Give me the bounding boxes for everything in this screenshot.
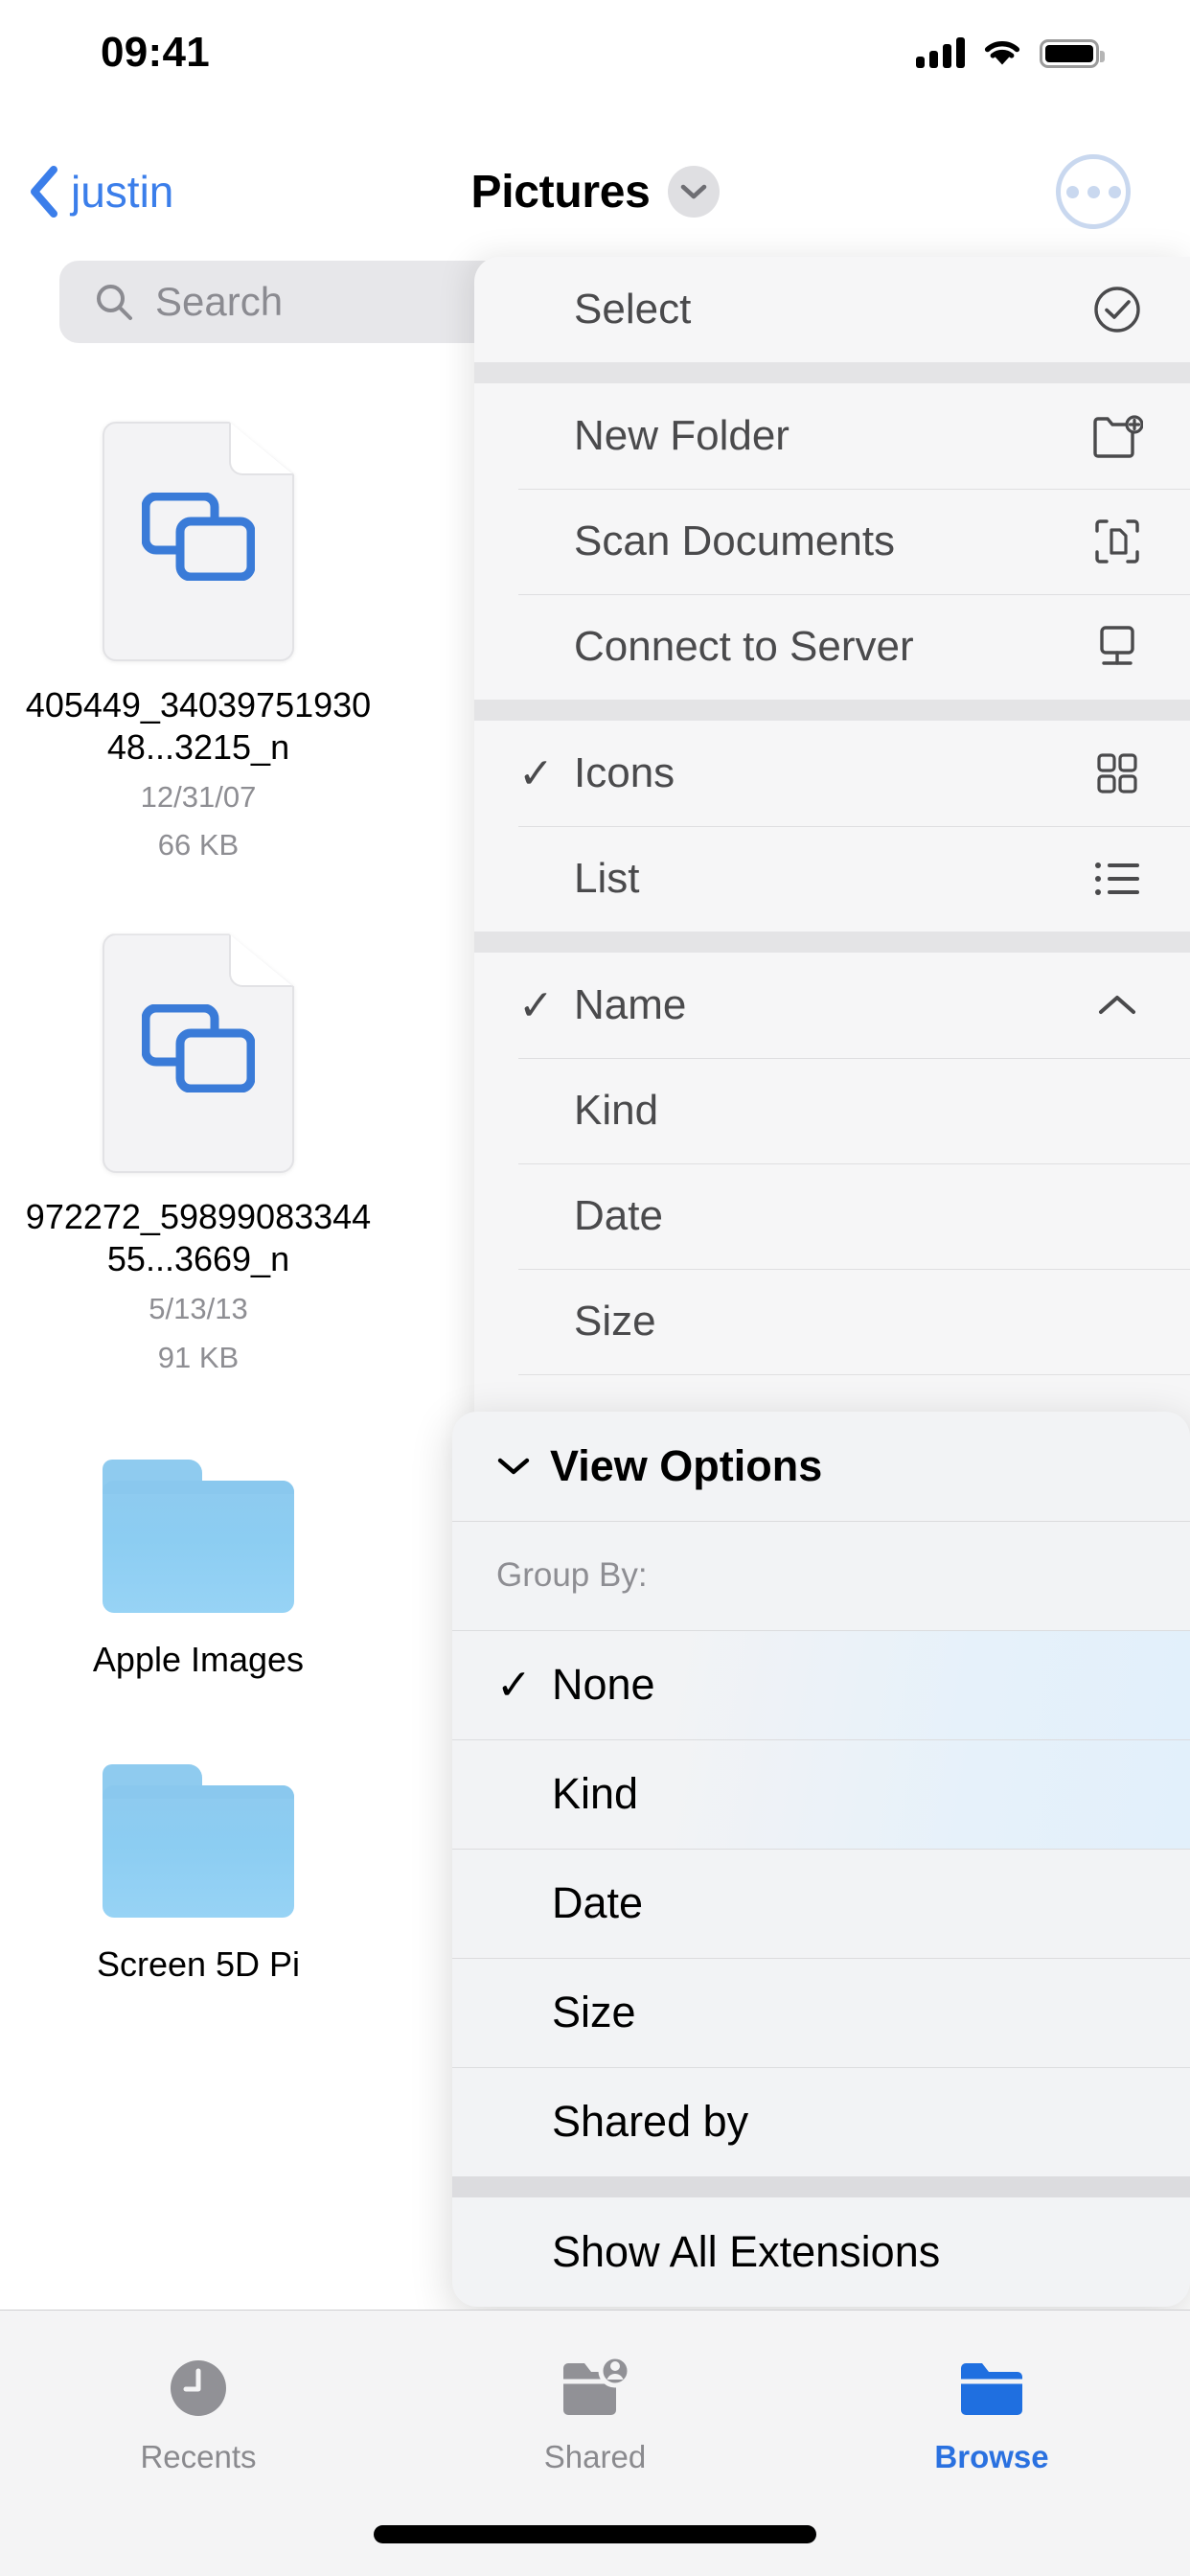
view-options-header[interactable]: View Options xyxy=(452,1412,1190,1521)
menu-item-label: Name xyxy=(574,981,687,1028)
menu-item-sort-date[interactable]: Date xyxy=(474,1163,1190,1269)
tab-shared[interactable]: Shared xyxy=(397,2311,793,2502)
group-by-option-shared-by[interactable]: Shared by xyxy=(452,2067,1190,2176)
context-menu: Select New Folder Scan Documents Connect… xyxy=(474,257,1190,1480)
tab-recents[interactable]: Recents xyxy=(0,2311,397,2502)
folder-person-icon xyxy=(563,2354,632,2415)
menu-separator xyxy=(474,700,1190,721)
tab-label: Shared xyxy=(543,2439,647,2474)
file-size: 91 KB xyxy=(157,1340,240,1374)
tab-label: Browse xyxy=(934,2439,1049,2474)
menu-item-checkmark: ✓ xyxy=(518,749,554,797)
menu-item-list[interactable]: List xyxy=(474,826,1190,932)
menu-item-select[interactable]: Select xyxy=(474,257,1190,362)
folder-item[interactable]: Apple Images xyxy=(0,1377,397,1680)
menu-item-sort-size[interactable]: Size xyxy=(474,1269,1190,1374)
group-by-label: Kind xyxy=(552,1769,639,1818)
menu-item-checkmark: ✓ xyxy=(518,981,554,1029)
battery-full-icon xyxy=(1040,39,1105,68)
view-options-separator xyxy=(452,2176,1190,2197)
menu-item-new-folder[interactable]: New Folder xyxy=(474,383,1190,489)
ellipsis-circle-icon[interactable] xyxy=(1056,154,1131,229)
back-button[interactable]: justin xyxy=(29,166,173,218)
menu-item-sort-kind[interactable]: Kind xyxy=(474,1058,1190,1163)
group-by-label: Size xyxy=(552,1988,636,2036)
clock-icon xyxy=(171,2360,226,2416)
menu-item-label: List xyxy=(574,855,640,902)
section-label-text: Group By: xyxy=(496,1556,648,1594)
menu-item-label: Size xyxy=(574,1298,656,1345)
navigation-bar: justin Pictures xyxy=(0,144,1190,240)
folder-filled-icon xyxy=(961,2363,1022,2415)
group-by-label: Shared by xyxy=(552,2097,749,2146)
menu-item-connect-to-server[interactable]: Connect to Server xyxy=(474,594,1190,700)
file-size: 66 KB xyxy=(157,828,240,862)
group-by-label: None xyxy=(552,1660,655,1709)
tab-browse[interactable]: Browse xyxy=(793,2311,1190,2502)
file-date: 12/31/07 xyxy=(140,779,257,814)
scan-document-icon xyxy=(1087,517,1148,566)
page-title: Pictures xyxy=(470,166,651,218)
view-options-title: View Options xyxy=(550,1441,823,1490)
menu-item-label: Kind xyxy=(574,1087,659,1134)
search-placeholder: Search xyxy=(155,279,284,324)
chevron-left-icon xyxy=(31,166,57,218)
file-item[interactable]: 972272_5989908334455...3669_n 5/13/13 91… xyxy=(0,864,397,1376)
menu-separator xyxy=(474,932,1190,953)
document-image-icon xyxy=(103,422,294,661)
group-by-section-label: Group By: xyxy=(452,1521,1190,1630)
menu-item-label: New Folder xyxy=(574,412,790,459)
nav-title-group: Pictures xyxy=(0,166,1190,218)
menu-item-icons[interactable]: ✓ Icons xyxy=(474,721,1190,826)
tab-bar: Recents Shared Browse xyxy=(0,2310,1190,2576)
folder-name: Apple Images xyxy=(92,1639,305,1679)
server-display-icon xyxy=(1087,623,1148,671)
group-by-option-size[interactable]: Size xyxy=(452,1958,1190,2067)
status-bar-indicators xyxy=(916,37,1105,68)
file-item[interactable]: 405449_3403975193048...3215_n 12/31/07 6… xyxy=(0,402,397,864)
menu-item-show-all-extensions[interactable]: Show All Extensions xyxy=(452,2197,1190,2307)
folder-icon xyxy=(103,1763,294,1918)
group-by-option-none[interactable]: ✓ None xyxy=(452,1630,1190,1739)
folder-plus-icon xyxy=(1087,413,1148,459)
grid-icon xyxy=(1087,751,1148,795)
group-by-option-date[interactable]: Date xyxy=(452,1849,1190,1958)
menu-item-label: Date xyxy=(574,1192,663,1239)
home-indicator xyxy=(374,2525,816,2543)
file-name: 405449_3403975193048...3215_n xyxy=(25,685,372,767)
title-chevron-down-icon[interactable] xyxy=(667,166,720,218)
tab-label: Recents xyxy=(140,2439,257,2474)
chevron-up-icon xyxy=(1087,992,1148,1019)
menu-item-scan-documents[interactable]: Scan Documents xyxy=(474,489,1190,594)
menu-item-sort-name[interactable]: ✓ Name xyxy=(474,953,1190,1058)
file-name: 972272_5989908334455...3669_n xyxy=(25,1197,372,1279)
back-button-label: justin xyxy=(71,167,174,217)
menu-item-label: Show All Extensions xyxy=(552,2227,941,2276)
folder-name: Screen 5D Pi xyxy=(96,1944,301,1984)
checkmark-circle-icon xyxy=(1087,285,1148,334)
menu-separator xyxy=(474,362,1190,383)
search-icon xyxy=(97,285,132,320)
wifi-icon xyxy=(984,41,1020,65)
list-icon xyxy=(1087,859,1148,899)
cellular-signal-icon xyxy=(916,37,965,68)
document-image-icon xyxy=(103,933,294,1174)
menu-item-label: Connect to Server xyxy=(574,623,914,670)
group-by-label: Date xyxy=(552,1878,644,1927)
group-by-checkmark: ✓ xyxy=(496,1661,532,1709)
folder-icon xyxy=(103,1459,294,1613)
status-bar-time: 09:41 xyxy=(101,29,211,76)
group-by-option-kind[interactable]: Kind xyxy=(452,1739,1190,1849)
folder-item[interactable]: Screen 5D Pi xyxy=(0,1680,397,1985)
chevron-down-icon xyxy=(496,1456,550,1477)
menu-item-label: Scan Documents xyxy=(574,518,896,564)
menu-item-label: Select xyxy=(574,286,692,333)
menu-item-label: Icons xyxy=(574,749,675,796)
status-bar: 09:41 xyxy=(0,0,1190,105)
file-date: 5/13/13 xyxy=(149,1292,248,1326)
view-options-menu: View Options Group By: ✓ None Kind Date … xyxy=(452,1412,1190,2307)
